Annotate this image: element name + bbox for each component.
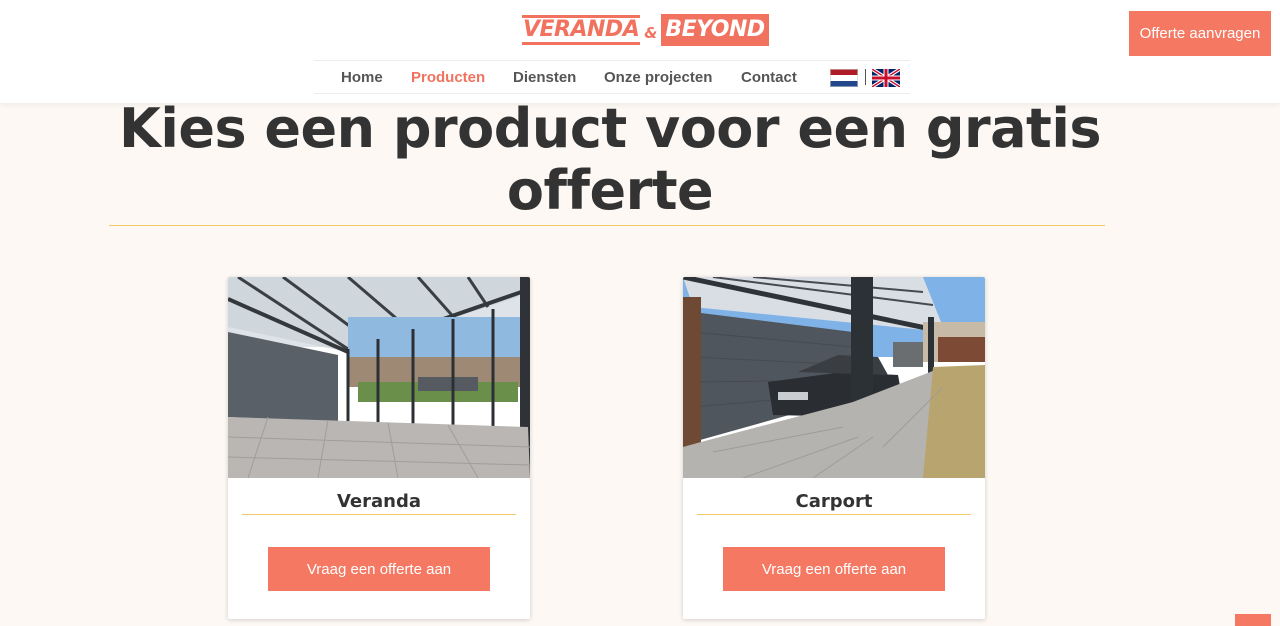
card-divider	[697, 514, 971, 515]
quote-button-carport[interactable]: Vraag een offerte aan	[723, 547, 945, 591]
product-card-carport: Carport Vraag een offerte aan	[683, 277, 985, 619]
scroll-to-top-button[interactable]	[1235, 614, 1271, 626]
request-quote-button[interactable]: Offerte aanvragen	[1129, 11, 1271, 56]
carport-photo[interactable]	[683, 277, 985, 478]
logo-ampersand: &	[644, 24, 658, 42]
page-title: Kies een product voor een gratis offerte	[110, 98, 1110, 222]
page-title-line1: Kies een product voor een gratis	[118, 97, 1102, 160]
page-title-line2: offerte	[506, 159, 714, 222]
nav-item-diensten[interactable]: Diensten	[513, 69, 576, 86]
card-divider	[242, 514, 516, 515]
veranda-photo[interactable]	[228, 277, 530, 478]
card-title-veranda: Veranda	[336, 491, 422, 512]
quote-button-veranda[interactable]: Vraag een offerte aan	[268, 547, 490, 591]
nav-item-contact[interactable]: Contact	[741, 69, 797, 86]
nav-item-onze-projecten[interactable]: Onze projecten	[604, 69, 712, 86]
logo-text-veranda: VERANDA	[522, 15, 641, 45]
card-title-carport: Carport	[795, 491, 873, 512]
uk-flag-icon[interactable]	[872, 69, 900, 87]
product-card-veranda: Veranda Vraag een offerte aan	[228, 277, 530, 619]
brand-logo[interactable]: VERANDA & BEYOND	[522, 12, 769, 48]
nav-item-home[interactable]: Home	[341, 69, 383, 86]
main-nav: Home Producten Diensten Onze projecten C…	[314, 60, 910, 94]
site-header: VERANDA & BEYOND Home Producten Diensten…	[0, 0, 1280, 103]
nav-item-producten[interactable]: Producten	[411, 69, 485, 86]
title-divider	[109, 225, 1105, 226]
nl-flag-icon[interactable]	[830, 69, 858, 87]
flag-divider	[865, 69, 866, 85]
logo-text-beyond: BEYOND	[661, 14, 769, 46]
